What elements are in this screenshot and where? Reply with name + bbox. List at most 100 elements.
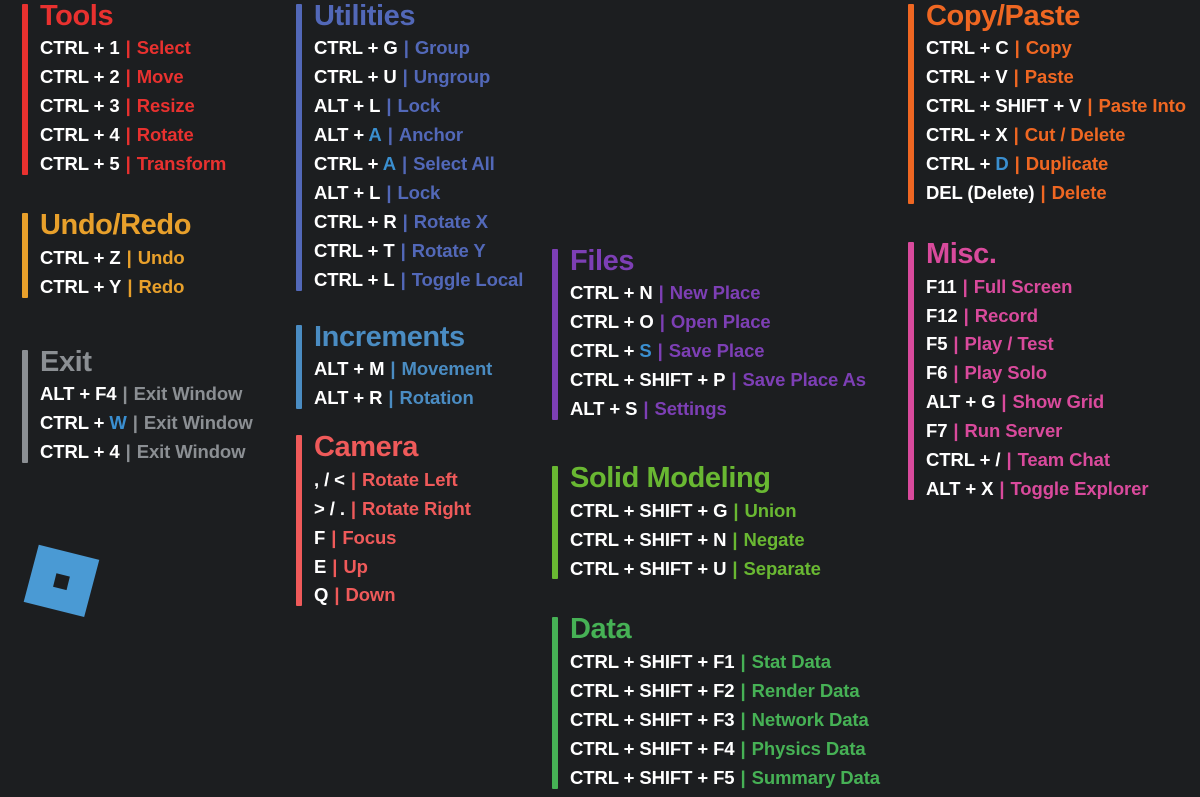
shortcut-description: Toggle Local bbox=[411, 268, 524, 290]
shortcut-row: CTRL + SHIFT + F4 | Physics Data bbox=[570, 735, 900, 764]
shortcut-row: CTRL + W | Exit Window bbox=[40, 409, 290, 438]
shortcut-keys: CTRL + V bbox=[926, 66, 1008, 88]
shortcut-keys: ALT + X bbox=[926, 478, 994, 500]
shortcut-keys: F5 bbox=[926, 333, 948, 355]
shortcut-separator: | bbox=[398, 37, 414, 59]
shortcut-list-solid-modeling: CTRL + SHIFT + G | Union CTRL + SHIFT + N… bbox=[570, 497, 900, 584]
shortcut-row: CTRL + / | Team Chat bbox=[926, 446, 1198, 475]
shortcut-separator: | bbox=[735, 708, 751, 730]
accent-bar-files bbox=[552, 249, 558, 421]
shortcut-separator: | bbox=[727, 557, 743, 579]
shortcut-keys: F12 bbox=[926, 304, 958, 326]
shortcut-keys: Q bbox=[314, 584, 329, 606]
shortcut-keys: > / . bbox=[314, 497, 345, 519]
shortcut-keys: CTRL + Z bbox=[40, 246, 121, 268]
shortcut-description: Negate bbox=[743, 528, 805, 550]
shortcut-separator: | bbox=[383, 387, 399, 409]
shortcut-separator: | bbox=[1009, 37, 1025, 59]
shortcut-separator: | bbox=[329, 584, 345, 606]
shortcut-row: CTRL + 3 | Resize bbox=[40, 92, 290, 121]
shortcut-keys: CTRL + bbox=[40, 411, 110, 433]
shortcut-description: Copy bbox=[1025, 37, 1072, 59]
shortcut-list-camera: , / < | Rotate Left > / . | Rotate Right F… bbox=[314, 466, 546, 611]
shortcut-description: Undo bbox=[137, 246, 185, 268]
accent-bar-increments bbox=[296, 324, 302, 410]
shortcut-row: F6 | Play Solo bbox=[926, 359, 1198, 388]
section-exit: Exit ALT + F4 | Exit Window CTRL + W | Exi… bbox=[22, 346, 290, 467]
shortcut-description: Rotate Left bbox=[362, 468, 458, 490]
shortcut-description: Open Place bbox=[670, 311, 771, 333]
shortcut-separator: | bbox=[120, 124, 136, 146]
shortcut-list-files: CTRL + N | New Place CTRL + O | Open Plac… bbox=[570, 279, 900, 424]
shortcut-row: CTRL + T | Rotate Y bbox=[314, 237, 546, 266]
shortcut-keys: CTRL + SHIFT + P bbox=[570, 369, 726, 391]
shortcut-description: Up bbox=[343, 555, 368, 577]
shortcut-description: Toggle Explorer bbox=[1010, 478, 1149, 500]
shortcut-description: Full Screen bbox=[973, 275, 1073, 297]
shortcut-keys: CTRL + C bbox=[926, 37, 1009, 59]
shortcut-description: Play / Test bbox=[964, 333, 1054, 355]
shortcut-row: CTRL + V | Paste bbox=[926, 63, 1198, 92]
column-2: Utilities CTRL + G | Group CTRL + U | Ungr… bbox=[296, 0, 546, 614]
section-utilities: Utilities CTRL + G | Group CTRL + U | Ungr… bbox=[296, 0, 546, 295]
shortcut-keys: CTRL + N bbox=[570, 282, 653, 304]
shortcut-separator: | bbox=[117, 382, 133, 404]
shortcut-description: Rotate Right bbox=[362, 497, 471, 519]
shortcut-separator: | bbox=[735, 650, 751, 672]
shortcut-description: Save Place As bbox=[742, 369, 867, 391]
shortcut-row: , / < | Rotate Left bbox=[314, 466, 546, 495]
shortcut-keys: CTRL + bbox=[926, 153, 996, 175]
shortcut-description: Physics Data bbox=[751, 737, 866, 759]
shortcut-row: ALT + S | Settings bbox=[570, 395, 900, 424]
shortcut-description: Lock bbox=[397, 182, 441, 204]
accent-bar-tools bbox=[22, 4, 28, 176]
shortcut-description: Down bbox=[345, 584, 396, 606]
shortcut-description: Settings bbox=[654, 398, 727, 420]
shortcut-row: CTRL + A | Select All bbox=[314, 150, 546, 179]
shortcut-separator: | bbox=[122, 275, 138, 297]
shortcut-separator: | bbox=[726, 369, 742, 391]
shortcut-keys: CTRL + bbox=[314, 153, 383, 175]
shortcut-row: CTRL + 4 | Rotate bbox=[40, 121, 290, 150]
shortcut-list-exit: ALT + F4 | Exit Window CTRL + W | Exit Wi… bbox=[40, 380, 290, 467]
shortcut-keys: E bbox=[314, 555, 327, 577]
shortcut-description: Resize bbox=[136, 95, 195, 117]
shortcut-list-undo-redo: CTRL + Z | Undo CTRL + Y | Redo bbox=[40, 244, 290, 302]
shortcut-keys: CTRL + O bbox=[570, 311, 654, 333]
shortcut-keys: CTRL + / bbox=[926, 449, 1001, 471]
shortcut-keys: CTRL + X bbox=[926, 124, 1008, 146]
shortcut-description: Summary Data bbox=[751, 766, 880, 788]
section-title-increments: Increments bbox=[314, 320, 465, 353]
shortcut-keys: CTRL + SHIFT + N bbox=[570, 528, 727, 550]
shortcut-description: Record bbox=[974, 304, 1038, 326]
shortcut-separator: | bbox=[638, 398, 654, 420]
shortcut-row: CTRL + 2 | Move bbox=[40, 63, 290, 92]
accent-bar-solid-modeling bbox=[552, 466, 558, 580]
shortcut-list-increments: ALT + M | Movement ALT + R | Rotation bbox=[314, 355, 546, 413]
shortcut-description: Rotate X bbox=[413, 211, 489, 233]
shortcut-row: ALT + F4 | Exit Window bbox=[40, 380, 290, 409]
accent-bar-copy-paste bbox=[908, 4, 914, 205]
shortcut-separator: | bbox=[653, 282, 669, 304]
shortcut-description: Lock bbox=[397, 95, 441, 117]
shortcut-description: Exit Window bbox=[143, 411, 253, 433]
shortcut-keys: F bbox=[314, 526, 326, 548]
accent-bar-utilities bbox=[296, 4, 302, 291]
shortcut-keys: ALT + R bbox=[314, 387, 383, 409]
shortcut-separator: | bbox=[948, 420, 964, 442]
shortcut-key-highlighted: W bbox=[109, 411, 127, 433]
shortcut-separator: | bbox=[326, 526, 342, 548]
shortcut-row: CTRL + G | Group bbox=[314, 34, 546, 63]
shortcut-separator: | bbox=[994, 478, 1010, 500]
column-3: Files CTRL + N | New Place CTRL + O | Open… bbox=[552, 0, 900, 797]
shortcut-row: CTRL + SHIFT + N | Negate bbox=[570, 526, 900, 555]
shortcut-keys: CTRL + SHIFT + F2 bbox=[570, 679, 735, 701]
shortcut-row: CTRL + 1 | Select bbox=[40, 34, 290, 63]
shortcut-description: Select All bbox=[413, 153, 495, 175]
shortcut-separator: | bbox=[1008, 66, 1024, 88]
shortcut-description: Exit Window bbox=[133, 382, 243, 404]
shortcut-separator: | bbox=[1008, 124, 1024, 146]
shortcut-description: Focus bbox=[342, 526, 397, 548]
